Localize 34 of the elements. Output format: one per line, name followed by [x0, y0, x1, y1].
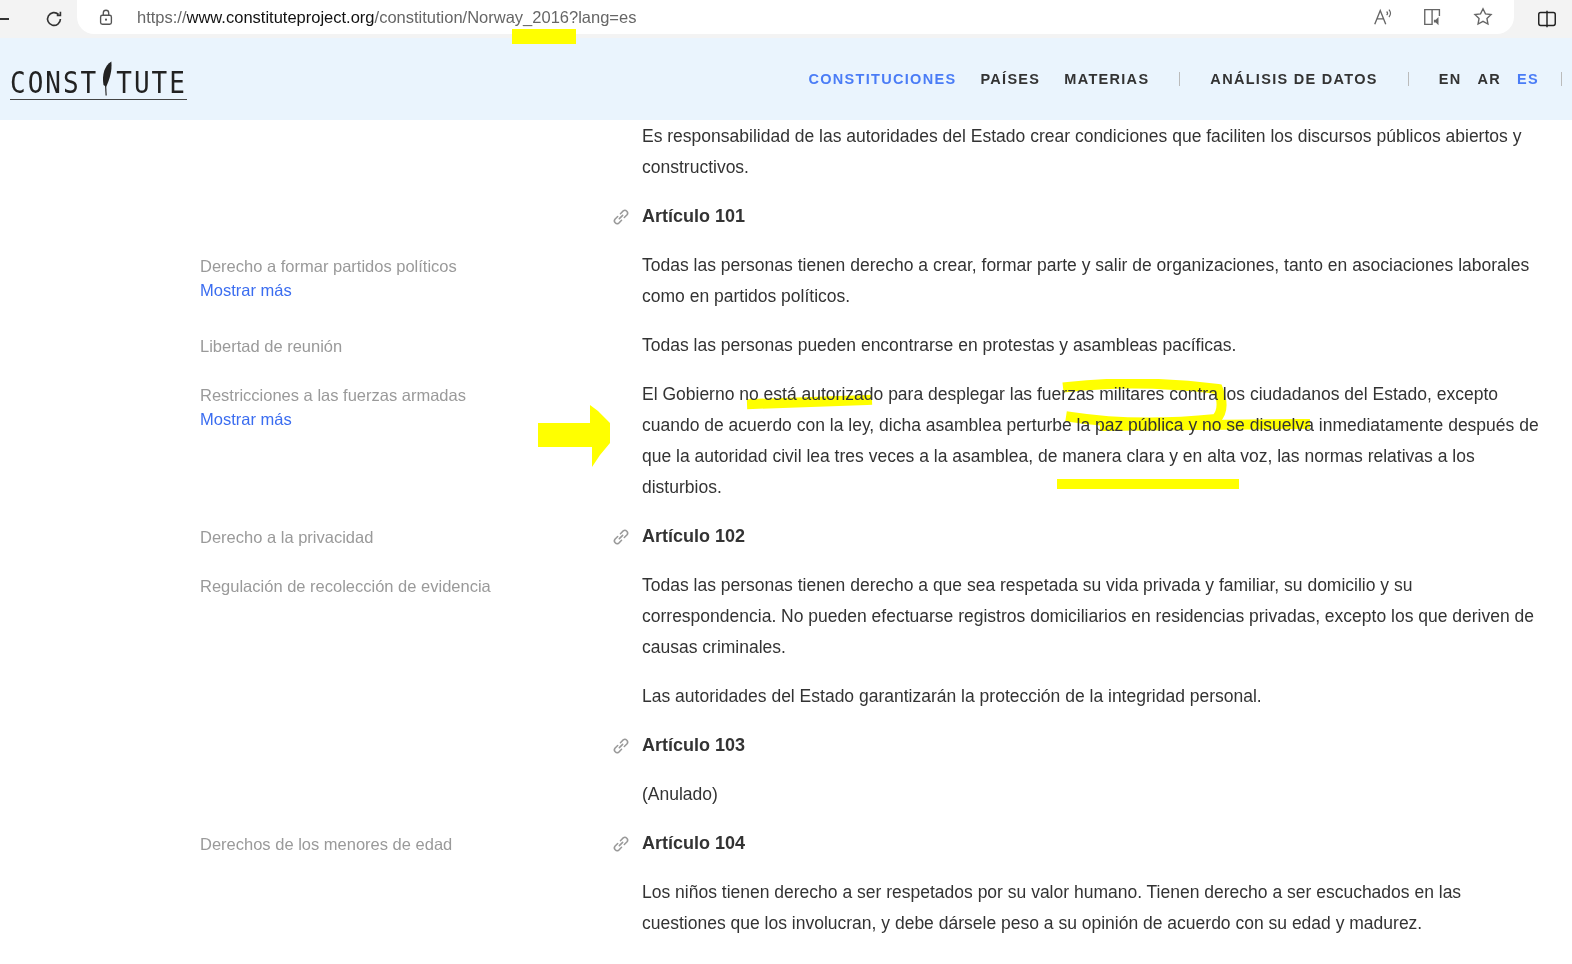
language-link[interactable]: AR: [1477, 71, 1502, 87]
article-paragraph: Los niños tienen derecho a ser respetados por su valor humano. Tienen derecho a ser escuchados en las cuestiones que los involucran, y debe dársele peso a su opinión de acuerdo con su edad y madurez.: [642, 881, 1463, 935]
article-heading: Artículo 103: [642, 734, 747, 757]
site-logo[interactable]: CONST TUTE: [10, 58, 187, 100]
article-paragraph: Todas las personas tienen derecho a que sea respetada su vida privada y familiar, su domicilio y su correspondencia. No pueden efectuarse registros domiciliarios en residencias privadas, excepto los que deriven de causas criminales.: [642, 574, 1536, 659]
nav-link[interactable]: PAÍSES: [980, 71, 1041, 87]
nav-link[interactable]: MATERIAS: [1064, 71, 1150, 87]
article-paragraph: Es responsabilidad de las autoridades del Estado crear condiciones que faciliten los discursos públicos abiertos y constructivos.: [642, 125, 1523, 179]
highlighter-underline-drawing: [512, 29, 576, 44]
topic-label: Libertad de reunión: [200, 336, 343, 357]
topic-label: Derecho a la privacidad: [200, 527, 374, 548]
article-heading: Artículo 104: [642, 832, 747, 855]
split-screen-icon[interactable]: [1536, 8, 1558, 30]
show-more-link[interactable]: Mostrar más: [200, 406, 292, 432]
topic-label: Derechos de los menores de edad: [200, 834, 453, 855]
article-heading: Artículo 102: [642, 525, 747, 548]
article-paragraph: (Anulado): [642, 783, 719, 806]
star-icon[interactable]: [1472, 6, 1494, 28]
article-paragraph: Todas las personas tienen derecho a crear, formar parte y salir de organizaciones, tanto en asociaciones laborales como en partidos políticos.: [642, 254, 1531, 308]
topic-label: Restricciones a las fuerzas armadas: [200, 385, 466, 406]
language-link[interactable]: EN: [1438, 71, 1462, 87]
arrow-drawing: [538, 405, 610, 467]
article-paragraph: Las autoridades del Estado garantizarán la protección de la integridad personal.: [642, 685, 1263, 708]
nav-link[interactable]: ANÁLISIS DE DATOS: [1210, 71, 1378, 87]
url-text: https://www.constituteproject.org/constitution/Norway_2016?lang=es: [137, 7, 637, 27]
logo-text: CONST: [10, 66, 99, 99]
logo-text: TUTE: [116, 66, 187, 99]
topic-label: Derecho a formar partidos políticos: [200, 256, 457, 277]
address-bar[interactable]: https://www.constituteproject.org/constitution/Norway_2016?lang=es: [77, 0, 1514, 34]
article-paragraph: Todas las personas pueden encontrarse en protestas y asambleas pacíficas.: [642, 334, 1238, 357]
topic-label: Regulación de recolección de evidencia: [200, 576, 491, 597]
lock-icon: [97, 8, 115, 26]
show-more-link[interactable]: Mostrar más: [200, 277, 292, 303]
article-heading: Artículo 101: [642, 205, 747, 228]
